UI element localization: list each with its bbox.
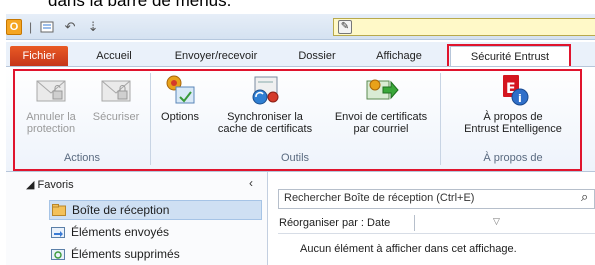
expand-triangle-icon: ◢ [26,179,35,191]
highlight-box-ribbon [13,69,582,171]
search-placeholder: Rechercher Boîte de réception (Ctrl+E) [284,192,475,204]
deleted-items-icon [51,249,65,260]
tab-affichage[interactable]: Affichage [368,46,430,66]
notification-icon[interactable]: ✎ [338,20,352,34]
customize-qat-icon[interactable]: ⇣ [85,19,101,35]
quick-access-toolbar: O | ↶ ⇣ [6,16,101,38]
tab-fichier[interactable]: Fichier [10,46,68,66]
outlook-logo-icon: O [6,19,22,35]
tab-accueil[interactable]: Accueil [84,46,144,66]
undo-icon[interactable]: ↶ [62,19,78,35]
tab-dossier[interactable]: Dossier [292,46,342,66]
empty-list-message: Aucun élément à afficher dans cet affich… [300,243,517,255]
instruction-caption: dans la barre de menus. [48,0,232,10]
favorites-header[interactable]: ◢ Favoris [26,178,74,191]
nav-item-label: Éléments envoyés [71,225,170,239]
sent-items-icon [51,227,65,238]
nav-item-deleted[interactable]: Éléments supprimés [51,244,180,264]
send-receive-icon[interactable] [39,19,55,35]
tab-envoyer-recevoir[interactable]: Envoyer/recevoir [166,46,266,66]
sort-arrow-icon[interactable]: ▽ [493,216,500,227]
search-icon[interactable]: ⌕ [581,189,588,205]
toolbar-separator: | [29,20,33,34]
nav-item-label: Éléments supprimés [71,247,180,261]
collapse-pane-icon[interactable]: ‹ [249,176,253,190]
nav-item-inbox[interactable]: Boîte de réception [49,200,262,220]
nav-item-label: Boîte de réception [72,203,170,217]
title-info-bar: ✎ [333,18,595,36]
column-separator [414,215,415,231]
arrange-by-label[interactable]: Réorganiser par : Date [279,217,390,229]
favorites-label: Favoris [37,179,74,191]
nav-item-sent[interactable]: Éléments envoyés [51,222,169,242]
highlight-box-tab [447,44,571,68]
inbox-folder-icon [52,204,66,216]
